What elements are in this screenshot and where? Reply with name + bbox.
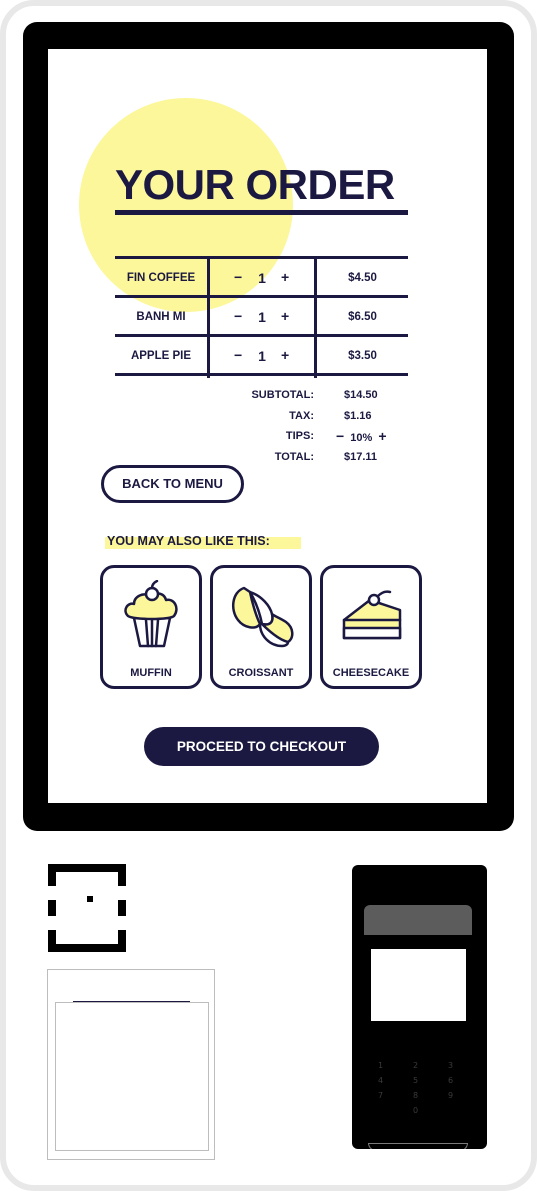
- item-price: $3.50: [348, 350, 377, 362]
- page-title: YOUR ORDER: [115, 161, 395, 208]
- keypad-key[interactable]: 1: [378, 1061, 383, 1070]
- suggestion-name: MUFFIN: [130, 667, 172, 679]
- decrease-quantity-button[interactable]: −: [234, 337, 242, 375]
- decrease-tip-button[interactable]: −: [336, 428, 344, 444]
- proceed-to-checkout-button[interactable]: PROCEED TO CHECKOUT: [144, 727, 379, 766]
- quantity-stepper: − 1 +: [210, 298, 314, 336]
- quantity-value: 1: [258, 309, 266, 325]
- keypad-key[interactable]: 0: [413, 1106, 418, 1115]
- item-name: FIN COFFEE: [126, 272, 196, 284]
- tips-label: TIPS:: [285, 430, 314, 442]
- item-price: $6.50: [348, 311, 377, 323]
- total-row: TOTAL: $17.11: [248, 451, 408, 472]
- keypad-key[interactable]: 7: [378, 1091, 383, 1100]
- keypad-key[interactable]: 4: [378, 1076, 383, 1085]
- total-value: $17.11: [344, 450, 378, 463]
- tips-row: TIPS: − 10% +: [248, 428, 408, 451]
- decrease-quantity-button[interactable]: −: [234, 298, 242, 336]
- receipt-printer-icon: [47, 969, 215, 1160]
- card-slot: [364, 905, 472, 935]
- muffin-icon: [124, 580, 178, 648]
- item-price: $4.50: [348, 272, 377, 284]
- croissant-icon: [231, 586, 294, 648]
- terminal-display: [371, 949, 466, 1021]
- terminal-base: [368, 1143, 468, 1149]
- item-name: BANH MI: [136, 311, 186, 323]
- increase-tip-button[interactable]: +: [378, 428, 386, 444]
- title-underline: [115, 210, 408, 215]
- keypad-key[interactable]: 5: [413, 1076, 418, 1085]
- suggestion-name: CHEESECAKE: [332, 667, 410, 679]
- quantity-stepper: − 1 +: [210, 337, 314, 375]
- increase-quantity-button[interactable]: +: [281, 337, 289, 375]
- keypad-key[interactable]: 9: [448, 1091, 453, 1100]
- subtotal-value: $14.50: [344, 389, 378, 401]
- decrease-quantity-button[interactable]: −: [234, 259, 242, 297]
- barcode-scanner-icon: [48, 864, 126, 952]
- subtotal-label: SUBTOTAL:: [251, 389, 314, 401]
- back-to-menu-button[interactable]: BACK TO MENU: [101, 465, 244, 503]
- suggestion-card-cheesecake[interactable]: CHEESECAKE: [320, 565, 422, 689]
- keypad-key[interactable]: 2: [413, 1061, 418, 1070]
- tax-row: TAX: $1.16: [248, 410, 408, 431]
- total-label: TOTAL:: [274, 450, 314, 463]
- subtotal-row: SUBTOTAL: $14.50: [248, 389, 408, 410]
- tax-value: $1.16: [344, 409, 372, 422]
- suggestion-card-muffin[interactable]: MUFFIN: [100, 565, 202, 689]
- tips-stepper: − 10% +: [336, 428, 387, 444]
- order-row: APPLE PIE − 1 + $3.50: [115, 337, 408, 375]
- tax-label: TAX:: [289, 409, 314, 422]
- keypad-key[interactable]: 3: [448, 1061, 453, 1070]
- kiosk-screen: YOUR ORDER FIN COFFEE − 1 + $4.50 BANH M…: [48, 49, 487, 803]
- card-terminal-icon: 1 2 3 4 5 6 7 8 9 0: [352, 865, 487, 1149]
- suggestion-name: CROISSANT: [228, 667, 294, 679]
- printer-tray: [55, 1002, 209, 1151]
- order-table: FIN COFFEE − 1 + $4.50 BANH MI − 1 + $6.…: [115, 256, 408, 378]
- order-totals: SUBTOTAL: $14.50 TAX: $1.16 TIPS: − 10% …: [248, 389, 408, 471]
- increase-quantity-button[interactable]: +: [281, 259, 289, 297]
- suggestions-heading: YOU MAY ALSO LIKE THIS:: [107, 534, 270, 548]
- order-row: BANH MI − 1 + $6.50: [115, 298, 408, 336]
- suggestion-card-croissant[interactable]: CROISSANT: [210, 565, 312, 689]
- increase-quantity-button[interactable]: +: [281, 298, 289, 336]
- quantity-value: 1: [258, 348, 266, 364]
- item-name: APPLE PIE: [130, 350, 192, 362]
- quantity-value: 1: [258, 270, 266, 286]
- order-row: FIN COFFEE − 1 + $4.50: [115, 259, 408, 297]
- keypad-key[interactable]: 6: [448, 1076, 453, 1085]
- tip-percent: 10%: [350, 432, 373, 444]
- cheesecake-icon: [342, 590, 402, 640]
- keypad-key[interactable]: 8: [413, 1091, 418, 1100]
- quantity-stepper: − 1 +: [210, 259, 314, 297]
